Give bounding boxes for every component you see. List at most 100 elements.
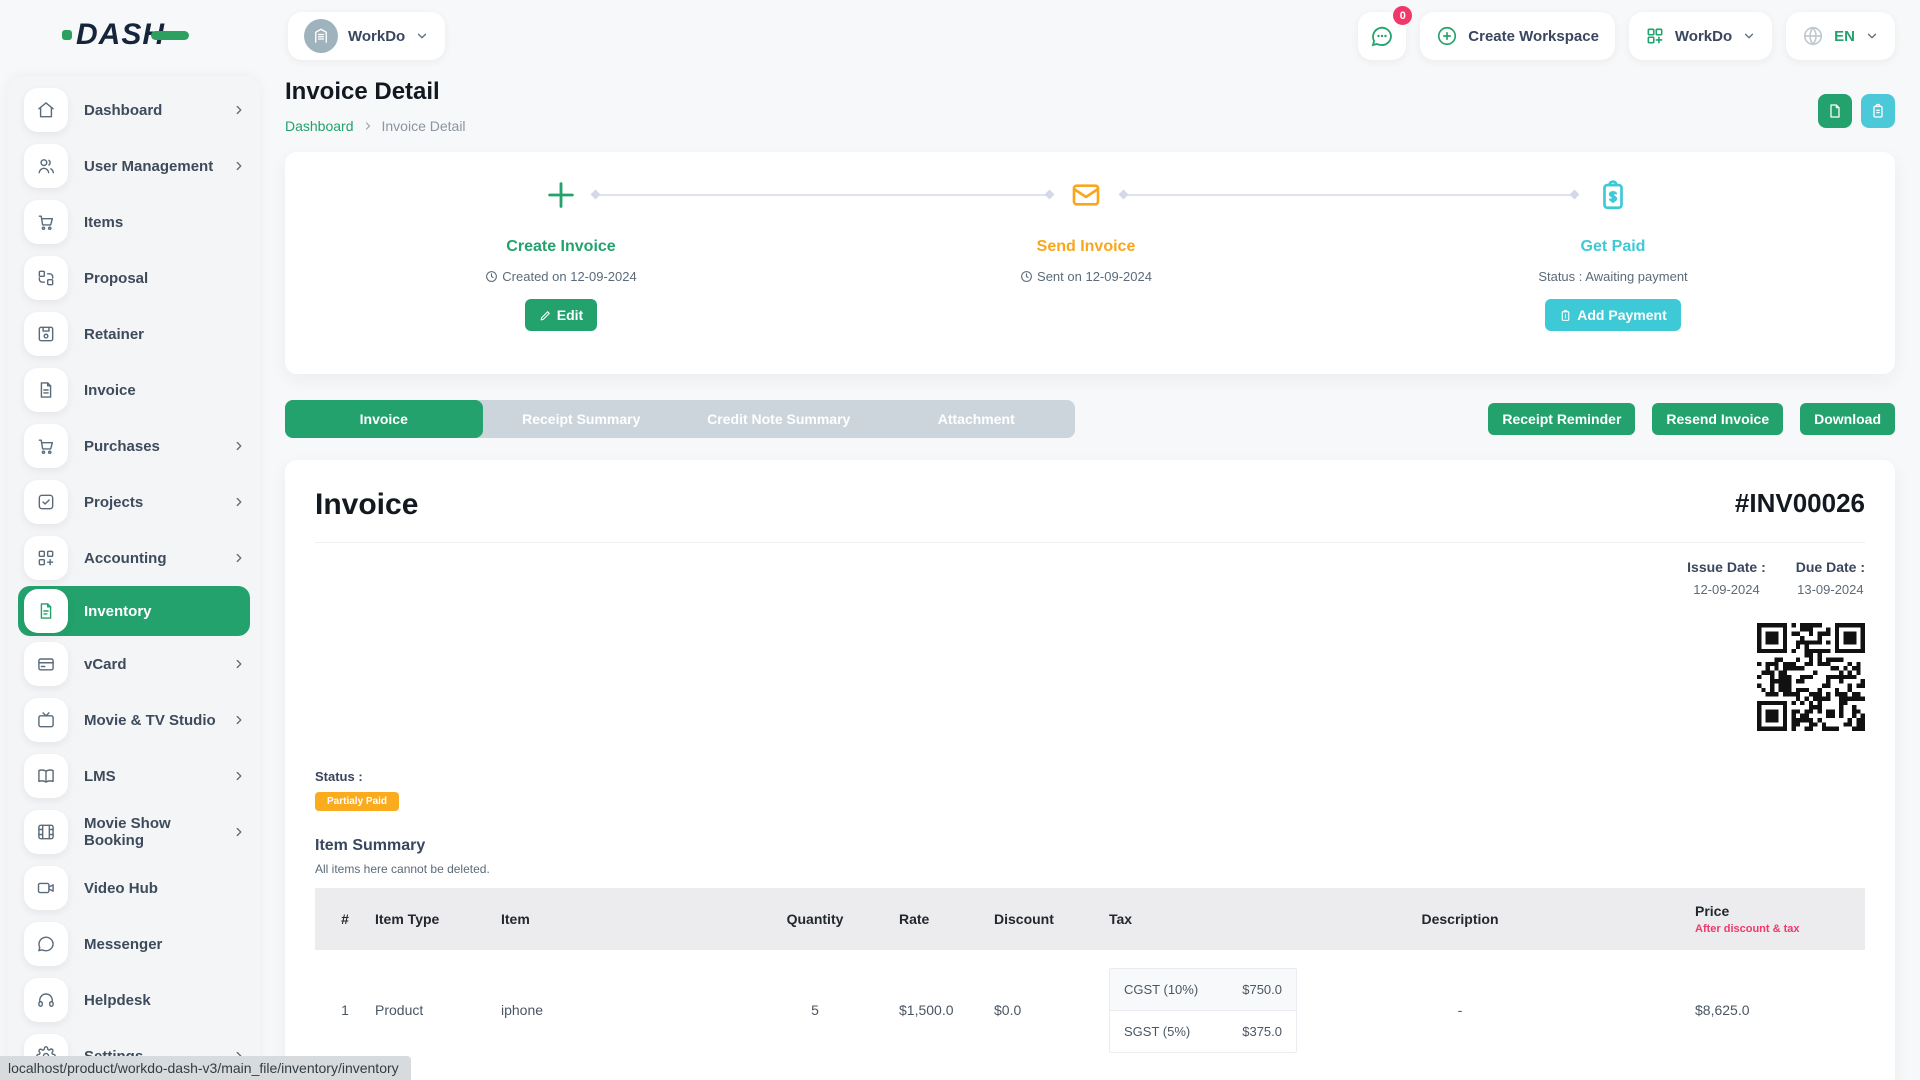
invoice-number: #INV00026 [1735, 488, 1865, 519]
chevron-right-icon [232, 551, 246, 565]
download-button[interactable]: Download [1800, 403, 1895, 435]
create-workspace-button[interactable]: Create Workspace [1420, 12, 1615, 60]
sidebar-item-retainer[interactable]: Retainer [8, 306, 260, 362]
logo-dot [62, 30, 72, 40]
sidebar-item-items[interactable]: Items [8, 194, 260, 250]
tab-receipt-summary[interactable]: Receipt Summary [483, 400, 681, 438]
film-icon [24, 810, 68, 854]
step-title: Send Invoice [876, 238, 1296, 256]
clock-icon [1020, 270, 1033, 283]
chevron-right-icon [232, 657, 246, 671]
item-summary-note: All items here cannot be deleted. [315, 862, 1865, 876]
tab-credit-note-summary[interactable]: Credit Note Summary [680, 400, 878, 438]
chat-icon [24, 922, 68, 966]
issue-date: Issue Date : 12-09-2024 [1687, 559, 1766, 597]
edit-invoice-button[interactable]: Edit [525, 299, 597, 331]
resend-invoice-button[interactable]: Resend Invoice [1652, 403, 1783, 435]
tab-attachment[interactable]: Attachment [878, 400, 1076, 438]
breadcrumb-current: Invoice Detail [382, 118, 466, 134]
main-content: Invoice Detail Dashboard Invoice Detail … [285, 72, 1920, 1080]
sidebar-item-movie-tv-studio[interactable]: Movie & TV Studio [8, 692, 260, 748]
credit-card-icon [24, 642, 68, 686]
invoice-tabs: Invoice Receipt Summary Credit Note Summ… [285, 400, 1075, 438]
file-icon [24, 589, 68, 633]
export-invoice-button[interactable] [1818, 94, 1852, 128]
sidebar: Dashboard User Management Items Proposal… [8, 76, 260, 1080]
step-subtitle: Status : Awaiting payment [1403, 269, 1823, 284]
apps-menu-label: WorkDo [1675, 28, 1732, 45]
cart-icon [24, 200, 68, 244]
file-text-icon [24, 368, 68, 412]
step-send-invoice: Send Invoice Sent on 12-09-2024 [876, 174, 1296, 284]
item-summary-title: Item Summary [315, 837, 1865, 855]
top-header: DASH WorkDo 0 Create Workspace [0, 0, 1920, 72]
tax-line: SGST (5%) $375.0 [1110, 1010, 1296, 1052]
tax-breakdown: CGST (10%) $750.0 SGST (5%) $375.0 [1109, 968, 1297, 1053]
sidebar-item-helpdesk[interactable]: Helpdesk [8, 972, 260, 1028]
users-icon [24, 144, 68, 188]
header-actions: 0 Create Workspace WorkDo EN [1358, 12, 1895, 60]
app-logo[interactable]: DASH [62, 18, 189, 52]
sidebar-item-invoice[interactable]: Invoice [8, 362, 260, 418]
price-header: Price After discount & tax [1625, 893, 1865, 945]
book-icon [24, 754, 68, 798]
invoice-detail-card: Invoice #INV00026 Issue Date : 12-09-202… [285, 460, 1895, 1080]
sidebar-item-video-hub[interactable]: Video Hub [8, 860, 260, 916]
sidebar-item-inventory[interactable]: Inventory [18, 586, 250, 636]
breadcrumb-dashboard-link[interactable]: Dashboard [285, 118, 354, 134]
tax-line: CGST (10%) $750.0 [1110, 969, 1296, 1010]
chat-button[interactable]: 0 [1358, 12, 1406, 60]
apps-menu-button[interactable]: WorkDo [1629, 12, 1772, 60]
sidebar-item-purchases[interactable]: Purchases [8, 418, 260, 474]
sidebar-item-dashboard[interactable]: Dashboard [8, 82, 260, 138]
invoice-actions: Receipt Reminder Resend Invoice Download [1488, 403, 1895, 435]
step-title: Create Invoice [351, 238, 771, 256]
mail-icon [876, 174, 1296, 216]
headphones-icon [24, 978, 68, 1022]
swap-squares-icon [24, 256, 68, 300]
chevron-right-icon [232, 439, 246, 453]
chevron-right-icon [232, 103, 246, 117]
language-label: EN [1834, 28, 1855, 45]
price-subheader: After discount & tax [1695, 923, 1865, 935]
chat-badge: 0 [1393, 6, 1412, 25]
chevron-right-icon [362, 120, 374, 132]
chevron-right-icon [232, 495, 246, 509]
save-icon [24, 312, 68, 356]
tax-cell: CGST (10%) $750.0 SGST (5%) $375.0 [1095, 968, 1295, 1053]
add-payment-button[interactable]: Add Payment [1545, 299, 1680, 331]
copy-invoice-button[interactable] [1861, 94, 1895, 128]
sidebar-item-accounting[interactable]: Accounting [8, 530, 260, 586]
chevron-down-icon [1865, 29, 1879, 43]
step-get-paid: Get Paid Status : Awaiting payment Add P… [1403, 174, 1823, 331]
step-subtitle: Sent on 12-09-2024 [876, 269, 1296, 284]
step-subtitle: Created on 12-09-2024 [351, 269, 771, 284]
item-summary-table: # Item Type Item Quantity Rate Discount … [315, 888, 1865, 1070]
file-icon [1827, 103, 1843, 119]
chevron-right-icon [232, 159, 246, 173]
sidebar-item-vcard[interactable]: vCard [8, 636, 260, 692]
invoice-heading: Invoice [315, 488, 418, 522]
due-date: Due Date : 13-09-2024 [1796, 559, 1865, 597]
sidebar-item-lms[interactable]: LMS [8, 748, 260, 804]
invoice-dates: Issue Date : 12-09-2024 Due Date : 13-09… [315, 559, 1865, 597]
receipt-reminder-button[interactable]: Receipt Reminder [1488, 403, 1635, 435]
cart-icon [24, 424, 68, 468]
sidebar-item-user-management[interactable]: User Management [8, 138, 260, 194]
page-header: Invoice Detail Dashboard Invoice Detail [285, 78, 1895, 134]
tab-invoice[interactable]: Invoice [285, 400, 483, 438]
status-badge: Partialy Paid [315, 792, 399, 811]
grid-plus-icon [1645, 26, 1665, 46]
workspace-name: WorkDo [348, 28, 405, 45]
step-create-invoice: Create Invoice Created on 12-09-2024 Edi… [351, 174, 771, 331]
chevron-down-icon [415, 29, 429, 43]
sidebar-item-projects[interactable]: Projects [8, 474, 260, 530]
sidebar-item-movie-show-booking[interactable]: Movie Show Booking [8, 804, 260, 860]
sidebar-item-messenger[interactable]: Messenger [8, 916, 260, 972]
workspace-selector[interactable]: WorkDo [288, 12, 445, 60]
tabs-row: Invoice Receipt Summary Credit Note Summ… [285, 400, 1895, 438]
chevron-down-icon [1742, 29, 1756, 43]
language-selector[interactable]: EN [1786, 12, 1895, 60]
clock-icon [485, 270, 498, 283]
sidebar-item-proposal[interactable]: Proposal [8, 250, 260, 306]
